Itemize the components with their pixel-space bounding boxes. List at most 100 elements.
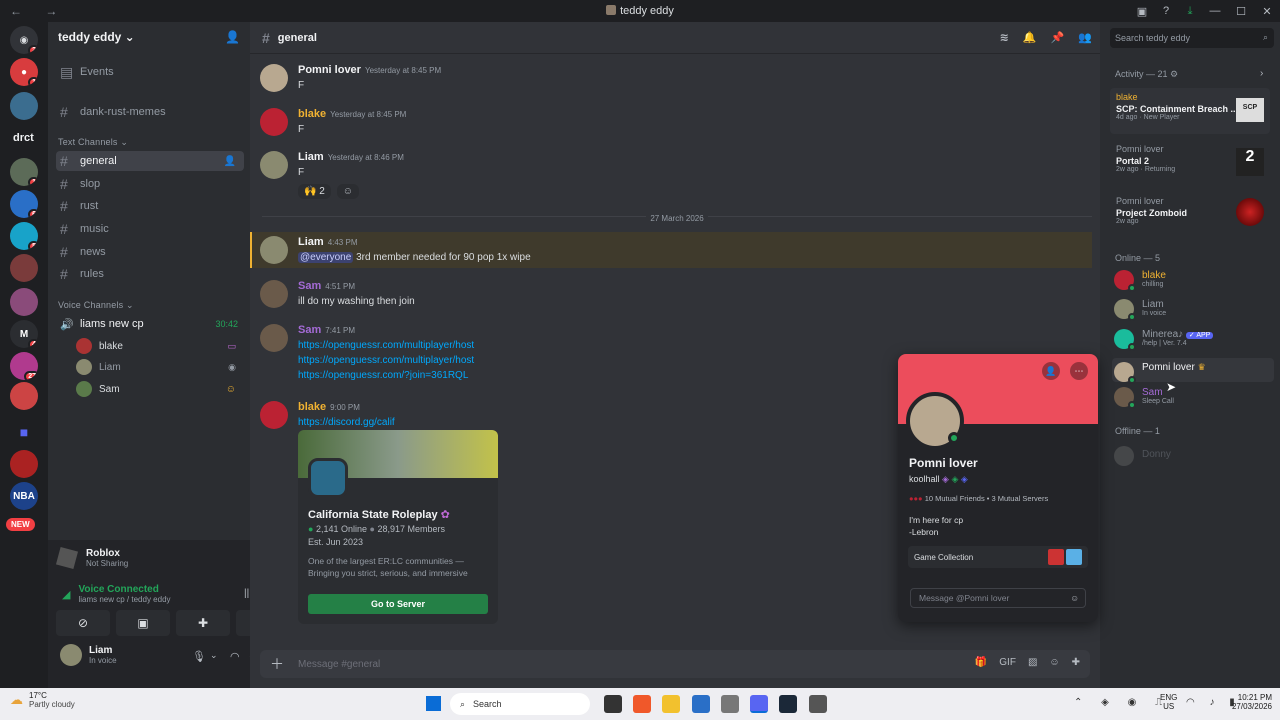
voice-user-sam[interactable]: Sam ☺ [76, 379, 244, 399]
folder-label[interactable]: drct [13, 132, 34, 144]
server-icon[interactable]: NBA [10, 482, 38, 510]
message-author[interactable]: Liam [298, 236, 324, 248]
pin-icon[interactable]: 📌 [1051, 31, 1065, 44]
activity-card[interactable]: blake SCP: Containment Breach ... 4d ago… [1110, 88, 1270, 134]
threads-icon[interactable]: ≋ [1000, 31, 1009, 44]
voice-location[interactable]: liams new cp / teddy eddy [78, 595, 170, 604]
avatar[interactable] [260, 64, 288, 92]
go-to-server-button[interactable]: Go to Server [308, 594, 488, 614]
channel-rust[interactable]: # rust [56, 196, 244, 216]
task-view-icon[interactable] [604, 695, 622, 713]
server-icon[interactable] [10, 288, 38, 316]
windows-start-icon[interactable] [426, 696, 441, 711]
invite-icon[interactable]: 👤 [224, 156, 236, 167]
maximize-icon[interactable]: ☐ [1228, 0, 1254, 22]
voice-user-liam[interactable]: Liam ◉ [76, 357, 244, 377]
avatar[interactable] [260, 401, 288, 429]
inbox-icon[interactable]: ▣ [1130, 0, 1154, 22]
member-sam[interactable]: Sam Sleep Call [1114, 387, 1274, 415]
system-tray[interactable]: ⌃ ◈ ◉ ⎍ [1074, 697, 1170, 708]
avatar[interactable] [260, 108, 288, 136]
mic-icon[interactable]: 🎙 [192, 650, 206, 663]
members-icon[interactable]: 👥 [1078, 31, 1092, 44]
server-icon[interactable] [10, 92, 38, 120]
camera-off-button[interactable]: ⊘ [56, 610, 110, 636]
share-screen-button[interactable]: ▣ [116, 610, 170, 636]
account-row[interactable]: Liam In voice [60, 644, 117, 666]
channel-rules[interactable]: # rules [56, 264, 244, 284]
app-icon[interactable] [692, 695, 710, 713]
game-collection[interactable]: Game Collection [908, 546, 1088, 568]
chevron-down-icon[interactable]: ⌄ [210, 650, 218, 661]
message-author[interactable]: Sam [298, 280, 321, 292]
download-icon[interactable]: ⤓ [1178, 0, 1202, 22]
category-text-channels[interactable]: Text Channels ⌄ [58, 137, 128, 148]
help-icon[interactable]: ? [1154, 0, 1178, 22]
reaction[interactable]: 🙌 2 [298, 184, 331, 199]
server-icon[interactable] [10, 450, 38, 478]
server-icon[interactable]: 5 [10, 222, 38, 250]
brave-icon[interactable] [633, 695, 651, 713]
gift-icon[interactable]: 🎁 [975, 657, 987, 668]
home-icon[interactable]: ◉ 2 [10, 26, 38, 54]
steam-icon[interactable] [779, 695, 797, 713]
server-icon[interactable]: 27 [10, 352, 38, 380]
channel-dank-rust-memes[interactable]: # dank-rust-memes [56, 102, 244, 122]
gif-icon[interactable]: GIF [999, 657, 1016, 668]
server-icon[interactable]: 1 [10, 158, 38, 186]
headphones-icon[interactable]: ◠ [230, 650, 240, 663]
taskbar-search[interactable]: ⌕ Search [450, 693, 590, 715]
server-icon[interactable] [10, 254, 38, 282]
weather-widget[interactable]: ☁ 17°C Partly cloudy [10, 691, 75, 709]
events-item[interactable]: ▤ Events [56, 62, 244, 82]
member-minerea[interactable]: Minerea♪ ✓ APP/help | Ver. 7.4 [1114, 329, 1274, 357]
channel-music[interactable]: # music [56, 219, 244, 239]
mention[interactable]: @everyone [298, 252, 354, 263]
server-icon[interactable] [10, 382, 38, 410]
activity-card[interactable]: Pomni lover Project Zomboid 2w ago [1110, 192, 1270, 232]
mutuals-row[interactable]: ●●● 10 Mutual Friends • 3 Mutual Servers [909, 494, 1048, 503]
search-input[interactable]: Search teddy eddy ⌕ [1110, 28, 1274, 48]
close-icon[interactable]: ✕ [1254, 0, 1280, 22]
avatar[interactable] [260, 280, 288, 308]
member-pomni-lover[interactable]: Pomni lover ♛ [1112, 358, 1274, 384]
add-reaction-icon[interactable]: ☺ [336, 184, 360, 199]
member-blake[interactable]: blake chilling [1114, 270, 1274, 298]
category-voice-channels[interactable]: Voice Channels ⌄ [58, 300, 134, 311]
file-explorer-icon[interactable] [662, 695, 680, 713]
plus-icon[interactable]: ＋ [270, 654, 284, 674]
activity-header[interactable]: Activity — 21 ⚙ [1115, 69, 1178, 80]
message-author[interactable]: Liam [298, 151, 324, 163]
apps-icon[interactable]: ✚ [1072, 657, 1080, 668]
message-composer[interactable]: ＋ Message #general 🎁 GIF ▨ ☺ ✚ [260, 650, 1090, 678]
message-author[interactable]: Sam [298, 324, 321, 336]
emoji-icon[interactable]: ☺ [1049, 657, 1059, 668]
emoji-icon[interactable]: ☺ [1070, 593, 1079, 603]
add-friend-icon[interactable]: 👤 [1042, 362, 1060, 380]
activity-card[interactable]: Pomni lover Portal 2 2w ago · Returning … [1110, 140, 1270, 186]
channel-news[interactable]: # news [56, 242, 244, 262]
member-donny[interactable]: Donny [1114, 446, 1274, 474]
message-author[interactable]: Pomni lover [298, 64, 361, 76]
language-indicator[interactable]: ENG US [1160, 693, 1177, 711]
voice-channel[interactable]: 🔊 liams new cp 30:42 [56, 314, 244, 334]
activities-button[interactable]: ✚ [176, 610, 230, 636]
minimize-icon[interactable]: — [1202, 0, 1228, 22]
server-icon[interactable]: ● 1 [10, 58, 38, 86]
bell-icon[interactable]: 🔔 [1023, 31, 1037, 44]
message-author[interactable]: blake [298, 108, 326, 120]
message-author[interactable]: blake [298, 401, 326, 413]
voice-user-blake[interactable]: blake ▭ [76, 336, 244, 356]
discord-icon[interactable] [750, 695, 768, 713]
folder-icon[interactable]: ■ [10, 418, 38, 446]
avatar[interactable] [260, 151, 288, 179]
channel-general[interactable]: # general 👤 [56, 151, 244, 171]
roblox-icon[interactable] [809, 695, 827, 713]
clock[interactable]: 10:21 PM 27/03/2026 [1222, 693, 1272, 711]
member-liam[interactable]: Liam In voice [1114, 299, 1274, 327]
settings-icon[interactable] [721, 695, 739, 713]
avatar[interactable] [260, 236, 288, 264]
sticker-icon[interactable]: ▨ [1028, 657, 1037, 668]
server-icon[interactable]: M4 [10, 320, 38, 348]
avatar[interactable] [260, 324, 288, 352]
